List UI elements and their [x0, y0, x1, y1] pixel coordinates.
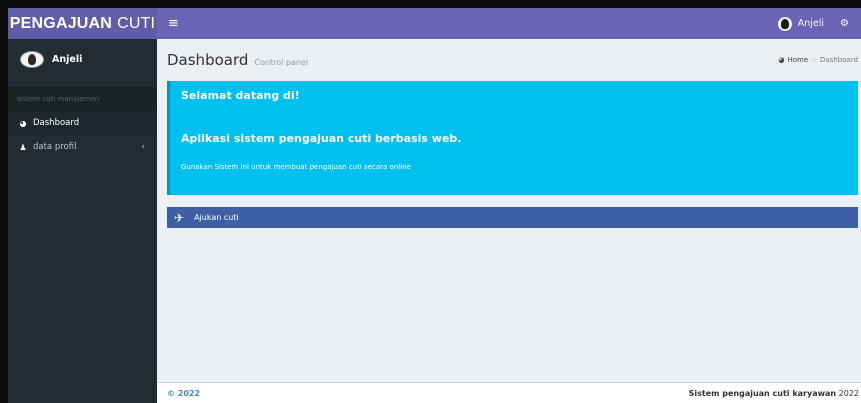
page-subtitle: Control panel	[254, 57, 309, 67]
footer-copyright: © 2022	[167, 388, 201, 398]
avatar	[777, 16, 792, 31]
sidebar-item-dashboard[interactable]: ◕ Dashboard	[8, 111, 157, 135]
sidebar: Anjeli sistem cuti manajemen ◕ Dashboard…	[8, 39, 157, 403]
callout-title: Selamat datang di!	[181, 89, 300, 102]
footer-right-text: Sistem pengajuan cuti karyawan 2022	[689, 389, 859, 398]
sidebar-item-label: data profil	[33, 142, 77, 152]
content-header: Dashboard Control panel ◕ Home > Dashboa…	[157, 39, 861, 81]
breadcrumb: ◕ Home > Dashboard	[778, 56, 858, 64]
callout-text: Gunakan Sistem ini untuk membuat pengaju…	[181, 163, 411, 171]
top-navbar: ≡ Anjeli ⚙	[157, 8, 861, 39]
ajukan-cuti-label: Ajukan cuti	[194, 213, 239, 222]
navbar-user-name: Anjeli	[797, 18, 825, 29]
callout-heading: Aplikasi sistem pengajuan cuti berbasis …	[181, 132, 462, 145]
avatar	[20, 50, 44, 68]
dashboard-icon: ◕	[19, 118, 27, 128]
sidebar-item-label: Dashboard	[33, 118, 80, 128]
logo-bold-text: PENGAJUAN	[9, 14, 113, 32]
page-title: Dashboard	[167, 51, 249, 69]
sidebar-user-panel: Anjeli	[8, 39, 157, 79]
sidebar-toggle-icon[interactable]: ≡	[168, 16, 179, 31]
home-icon: ◕	[778, 56, 785, 64]
plane-icon: ✈	[174, 210, 185, 225]
breadcrumb-separator: >	[811, 56, 818, 64]
sidebar-user-name: Anjeli	[52, 53, 83, 65]
window-frame-left	[0, 0, 8, 403]
window-frame-top	[0, 0, 861, 8]
footer-year: 2022	[838, 388, 859, 398]
ajukan-cuti-button[interactable]: ✈ Ajukan cuti	[167, 207, 858, 228]
breadcrumb-current: Dashboard	[820, 56, 858, 64]
app-logo[interactable]: PENGAJUAN CUTI	[8, 8, 157, 39]
chevron-left-icon: ‹	[141, 142, 145, 152]
gear-icon[interactable]: ⚙	[840, 18, 849, 29]
breadcrumb-home[interactable]: Home	[787, 56, 808, 64]
footer: © 2022 Sistem pengajuan cuti karyawan 20…	[157, 382, 861, 403]
logo-light-text: CUTI	[117, 14, 156, 32]
user-menu[interactable]: Anjeli ⚙	[777, 16, 849, 31]
sidebar-item-data-profil[interactable]: ♟ data profil ‹	[8, 135, 157, 159]
sidebar-section-header: sistem cuti manajemen	[8, 87, 157, 111]
welcome-callout: Selamat datang di! Aplikasi sistem penga…	[167, 81, 858, 195]
user-icon: ♟	[19, 142, 27, 152]
footer-app-name: Sistem pengajuan cuti karyawan	[688, 388, 837, 398]
